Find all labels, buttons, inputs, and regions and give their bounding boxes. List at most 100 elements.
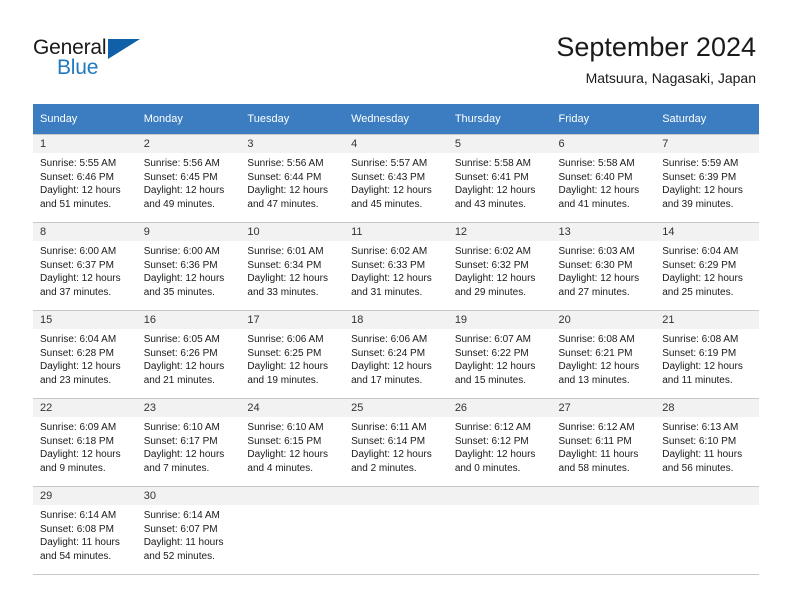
daylight-text-line1: Daylight: 12 hours <box>662 361 743 372</box>
sunrise-text: Sunrise: 6:06 AM <box>247 334 324 345</box>
day-cell[interactable]: 19 Sunrise: 6:07 AM Sunset: 6:22 PM Dayl… <box>447 310 552 399</box>
sunset-text: Sunset: 6:39 PM <box>662 171 737 183</box>
day-cell[interactable]: 7 Sunrise: 5:59 AM Sunset: 6:39 PM Dayli… <box>655 134 759 223</box>
sunrise-text: Sunrise: 6:05 AM <box>143 334 220 345</box>
day-cell[interactable]: 25 Sunrise: 6:11 AM Sunset: 6:14 PM Dayl… <box>344 398 448 487</box>
daylight-text-line2: and 54 minutes. <box>40 550 112 562</box>
day-cell[interactable]: 29 Sunrise: 6:14 AM Sunset: 6:08 PM Dayl… <box>33 486 137 575</box>
daylight-text-line2: and 45 minutes. <box>351 198 423 210</box>
day-number: 14 <box>655 223 759 241</box>
day-cell[interactable]: 21 Sunrise: 6:08 AM Sunset: 6:19 PM Dayl… <box>655 310 759 399</box>
sunset-text: Sunset: 6:24 PM <box>351 347 426 359</box>
day-cell[interactable]: 16 Sunrise: 6:05 AM Sunset: 6:26 PM Dayl… <box>136 310 241 399</box>
day-details: Sunrise: 6:05 AM Sunset: 6:26 PM Dayligh… <box>137 329 241 387</box>
day-cell[interactable]: 20 Sunrise: 6:08 AM Sunset: 6:21 PM Dayl… <box>551 310 656 399</box>
day-cell[interactable]: 26 Sunrise: 6:12 AM Sunset: 6:12 PM Dayl… <box>447 398 552 487</box>
weekday-header-sunday: Sunday <box>33 104 137 135</box>
day-cell[interactable]: 10 Sunrise: 6:01 AM Sunset: 6:34 PM Dayl… <box>240 222 345 311</box>
day-cell[interactable]: 12 Sunrise: 6:02 AM Sunset: 6:32 PM Dayl… <box>447 222 552 311</box>
day-cell-empty <box>240 486 345 575</box>
daylight-text-line2: and 11 minutes. <box>662 374 733 386</box>
day-cell[interactable]: 28 Sunrise: 6:13 AM Sunset: 6:10 PM Dayl… <box>655 398 759 487</box>
daylight-text-line1: Daylight: 12 hours <box>351 185 432 196</box>
daylight-text-line2: and 58 minutes. <box>558 462 630 474</box>
sunset-text: Sunset: 6:22 PM <box>454 347 529 359</box>
day-cell-empty <box>655 486 759 575</box>
sunrise-text: Sunrise: 6:02 AM <box>351 246 428 257</box>
day-cell[interactable]: 24 Sunrise: 6:10 AM Sunset: 6:15 PM Dayl… <box>240 398 345 487</box>
day-cell[interactable]: 2 Sunrise: 5:56 AM Sunset: 6:45 PM Dayli… <box>136 134 241 223</box>
day-cell[interactable]: 5 Sunrise: 5:58 AM Sunset: 6:41 PM Dayli… <box>447 134 552 223</box>
sunrise-text: Sunrise: 6:04 AM <box>662 246 739 257</box>
weekday-header-friday: Friday <box>551 104 656 135</box>
daylight-text-line1: Daylight: 12 hours <box>558 273 640 284</box>
day-cell[interactable]: 14 Sunrise: 6:04 AM Sunset: 6:29 PM Dayl… <box>655 222 759 311</box>
daylight-text-line2: and 0 minutes. <box>454 462 521 474</box>
day-cell[interactable]: 17 Sunrise: 6:06 AM Sunset: 6:25 PM Dayl… <box>240 310 345 399</box>
daylight-text-line2: and 47 minutes. <box>247 198 319 210</box>
sunset-text: Sunset: 6:12 PM <box>454 435 529 447</box>
brand-logo[interactable]: General Blue <box>33 36 213 86</box>
sunset-text: Sunset: 6:25 PM <box>247 347 322 359</box>
day-cell[interactable]: 27 Sunrise: 6:12 AM Sunset: 6:11 PM Dayl… <box>551 398 656 487</box>
day-details: Sunrise: 6:06 AM Sunset: 6:25 PM Dayligh… <box>240 329 344 387</box>
daylight-text-line2: and 56 minutes. <box>662 462 734 474</box>
sunrise-text: Sunrise: 6:14 AM <box>143 510 220 521</box>
day-number: 21 <box>655 311 759 329</box>
day-number: 27 <box>551 399 656 417</box>
sunset-text: Sunset: 6:15 PM <box>247 435 322 447</box>
sunset-text: Sunset: 6:34 PM <box>247 259 322 271</box>
weekday-header-monday: Monday <box>136 104 241 135</box>
day-cell[interactable]: 8 Sunrise: 6:00 AM Sunset: 6:37 PM Dayli… <box>33 222 137 311</box>
sunset-text: Sunset: 6:14 PM <box>351 435 426 447</box>
day-details: Sunrise: 6:06 AM Sunset: 6:24 PM Dayligh… <box>344 329 448 387</box>
day-cell-empty <box>447 486 552 575</box>
daylight-text-line1: Daylight: 12 hours <box>143 361 225 372</box>
page-title: September 2024 <box>556 32 756 62</box>
daylight-text-line1: Daylight: 12 hours <box>40 185 121 196</box>
day-cell[interactable]: 11 Sunrise: 6:02 AM Sunset: 6:33 PM Dayl… <box>344 222 448 311</box>
sunrise-text: Sunrise: 6:08 AM <box>558 334 635 345</box>
triangle-icon <box>108 39 140 59</box>
day-cell[interactable]: 4 Sunrise: 5:57 AM Sunset: 6:43 PM Dayli… <box>344 134 448 223</box>
day-cell[interactable]: 30 Sunrise: 6:14 AM Sunset: 6:07 PM Dayl… <box>136 486 241 575</box>
day-number <box>655 487 759 505</box>
daylight-text-line2: and 35 minutes. <box>143 286 215 298</box>
calendar-week-row: 15 Sunrise: 6:04 AM Sunset: 6:28 PM Dayl… <box>33 310 759 399</box>
sunrise-text: Sunrise: 5:58 AM <box>558 158 635 169</box>
day-cell[interactable]: 22 Sunrise: 6:09 AM Sunset: 6:18 PM Dayl… <box>33 398 137 487</box>
sunset-text: Sunset: 6:21 PM <box>558 347 633 359</box>
day-cell[interactable]: 3 Sunrise: 5:56 AM Sunset: 6:44 PM Dayli… <box>240 134 345 223</box>
daylight-text-line2: and 19 minutes. <box>247 374 319 386</box>
day-cell[interactable]: 9 Sunrise: 6:00 AM Sunset: 6:36 PM Dayli… <box>136 222 241 311</box>
day-cell[interactable]: 6 Sunrise: 5:58 AM Sunset: 6:40 PM Dayli… <box>551 134 656 223</box>
daylight-text-line1: Daylight: 12 hours <box>40 449 121 460</box>
sunset-text: Sunset: 6:17 PM <box>143 435 218 447</box>
daylight-text-line1: Daylight: 12 hours <box>247 273 329 284</box>
sunrise-text: Sunrise: 6:02 AM <box>454 246 531 257</box>
sunrise-text: Sunrise: 5:56 AM <box>247 158 324 169</box>
day-details: Sunrise: 6:09 AM Sunset: 6:18 PM Dayligh… <box>33 417 137 475</box>
daylight-text-line1: Daylight: 12 hours <box>454 449 536 460</box>
daylight-text-line2: and 25 minutes. <box>662 286 734 298</box>
sunset-text: Sunset: 6:43 PM <box>351 171 426 183</box>
day-cell[interactable]: 18 Sunrise: 6:06 AM Sunset: 6:24 PM Dayl… <box>344 310 448 399</box>
weekday-header-saturday: Saturday <box>655 104 759 135</box>
day-cell[interactable]: 23 Sunrise: 6:10 AM Sunset: 6:17 PM Dayl… <box>136 398 241 487</box>
sunrise-text: Sunrise: 5:57 AM <box>351 158 428 169</box>
sunset-text: Sunset: 6:30 PM <box>558 259 633 271</box>
day-details: Sunrise: 6:07 AM Sunset: 6:22 PM Dayligh… <box>448 329 552 387</box>
sunrise-text: Sunrise: 5:58 AM <box>454 158 531 169</box>
daylight-text-line1: Daylight: 12 hours <box>40 361 121 372</box>
brand-name-blue: Blue <box>57 56 99 79</box>
day-cell[interactable]: 15 Sunrise: 6:04 AM Sunset: 6:28 PM Dayl… <box>33 310 137 399</box>
day-number: 12 <box>447 223 552 241</box>
day-details: Sunrise: 5:58 AM Sunset: 6:40 PM Dayligh… <box>552 153 656 211</box>
day-cell[interactable]: 1 Sunrise: 5:55 AM Sunset: 6:46 PM Dayli… <box>33 134 137 223</box>
daylight-text-line2: and 21 minutes. <box>143 374 215 386</box>
sunrise-text: Sunrise: 5:56 AM <box>143 158 220 169</box>
daylight-text-line2: and 13 minutes. <box>558 374 630 386</box>
day-cell[interactable]: 13 Sunrise: 6:03 AM Sunset: 6:30 PM Dayl… <box>551 222 656 311</box>
daylight-text-line1: Daylight: 12 hours <box>351 361 432 372</box>
sunrise-text: Sunrise: 6:12 AM <box>558 422 635 433</box>
